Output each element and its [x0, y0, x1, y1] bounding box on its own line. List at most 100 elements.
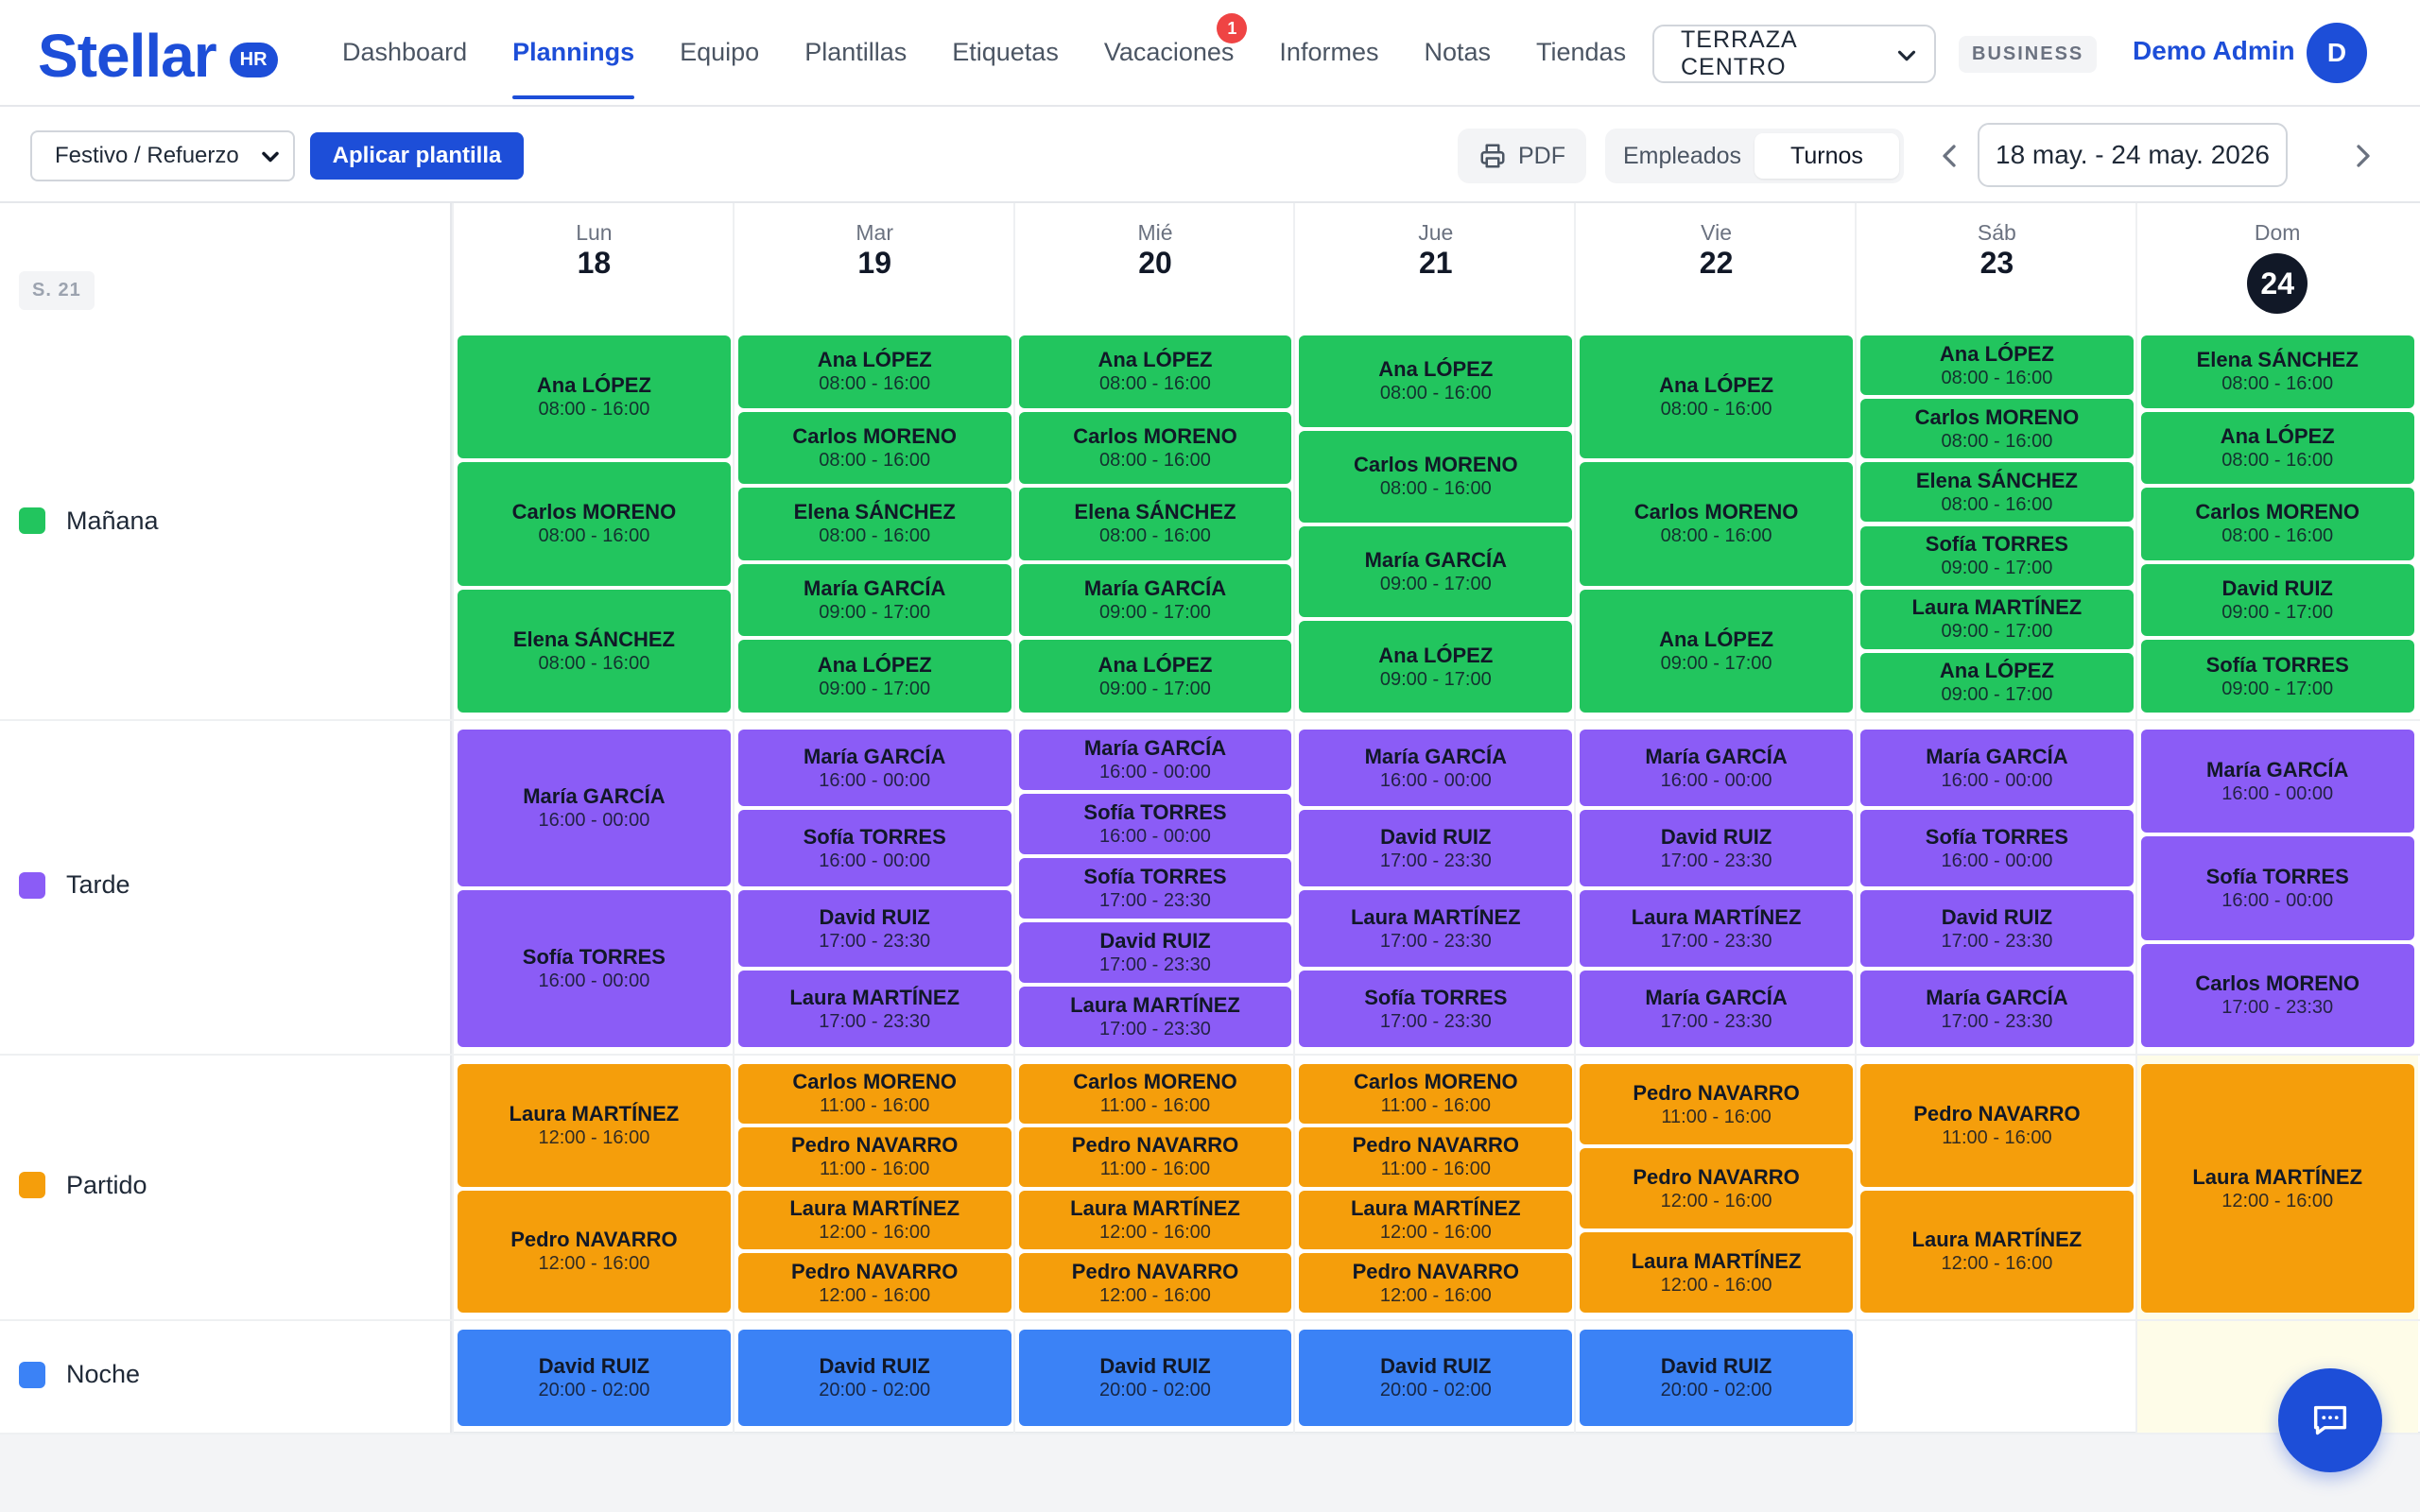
nav-etiquetas[interactable]: Etiquetas: [929, 0, 1081, 105]
template-select[interactable]: Festivo / Refuerzo: [30, 130, 295, 181]
shift-card[interactable]: Sofía TORRES 16:00 - 00:00: [1860, 810, 2134, 886]
shift-card[interactable]: María GARCÍA 17:00 - 23:30: [1580, 971, 1853, 1047]
shift-card[interactable]: María GARCÍA 16:00 - 00:00: [2140, 730, 2414, 833]
shift-card[interactable]: Ana LÓPEZ 08:00 - 16:00: [737, 335, 1011, 408]
shift-card[interactable]: María GARCÍA 09:00 - 17:00: [737, 563, 1011, 637]
shift-card[interactable]: Ana LÓPEZ 09:00 - 17:00: [737, 640, 1011, 713]
store-select[interactable]: TERRAZA CENTRO: [1652, 25, 1936, 83]
shift-card[interactable]: David RUIZ 17:00 - 23:30: [1580, 810, 1853, 886]
shift-card[interactable]: Elena SÁNCHEZ 08:00 - 16:00: [2140, 335, 2414, 408]
shift-card[interactable]: Ana LÓPEZ 08:00 - 16:00: [2140, 411, 2414, 485]
shift-card[interactable]: Ana LÓPEZ 08:00 - 16:00: [1299, 335, 1573, 427]
shift-card[interactable]: Carlos MORENO 08:00 - 16:00: [2140, 488, 2414, 560]
shift-card[interactable]: Laura MARTÍNEZ 12:00 - 16:00: [1299, 1190, 1573, 1250]
shift-card[interactable]: Sofía TORRES 09:00 - 17:00: [1860, 525, 2134, 586]
shift-card[interactable]: Sofía TORRES 09:00 - 17:00: [2140, 640, 2414, 713]
nav-dashboard[interactable]: Dashboard: [320, 0, 490, 105]
shift-card[interactable]: Sofía TORRES 16:00 - 00:00: [1018, 794, 1292, 854]
shift-card[interactable]: Carlos MORENO 08:00 - 16:00: [458, 462, 731, 586]
shift-card[interactable]: David RUIZ 20:00 - 02:00: [1018, 1330, 1292, 1426]
shift-card[interactable]: María GARCÍA 16:00 - 00:00: [1860, 730, 2134, 806]
shift-card[interactable]: Laura MARTÍNEZ 12:00 - 16:00: [1018, 1190, 1292, 1250]
shift-card[interactable]: Laura MARTÍNEZ 12:00 - 16:00: [2140, 1064, 2414, 1313]
chat-button[interactable]: [2278, 1368, 2382, 1472]
shift-card[interactable]: Ana LÓPEZ 08:00 - 16:00: [1018, 335, 1292, 408]
shift-card[interactable]: David RUIZ 17:00 - 23:30: [737, 890, 1011, 967]
nav-informes[interactable]: Informes: [1256, 0, 1401, 105]
shift-card[interactable]: Ana LÓPEZ 08:00 - 16:00: [458, 335, 731, 459]
shift-card[interactable]: Ana LÓPEZ 08:00 - 16:00: [1860, 335, 2134, 396]
shift-card[interactable]: María GARCÍA 16:00 - 00:00: [1580, 730, 1853, 806]
shift-card[interactable]: Laura MARTÍNEZ 17:00 - 23:30: [737, 971, 1011, 1047]
shift-card[interactable]: Carlos MORENO 17:00 - 23:30: [2140, 943, 2414, 1047]
shift-card[interactable]: Laura MARTÍNEZ 12:00 - 16:00: [1580, 1232, 1853, 1313]
shift-card[interactable]: Elena SÁNCHEZ 08:00 - 16:00: [1860, 462, 2134, 523]
shift-card[interactable]: Sofía TORRES 16:00 - 00:00: [2140, 836, 2414, 940]
shift-card[interactable]: Ana LÓPEZ 09:00 - 17:00: [1018, 640, 1292, 713]
shift-card[interactable]: Pedro NAVARRO 11:00 - 16:00: [1299, 1126, 1573, 1187]
avatar[interactable]: D: [2307, 23, 2367, 83]
shift-card[interactable]: Pedro NAVARRO 11:00 - 16:00: [1580, 1064, 1853, 1144]
shift-card[interactable]: María GARCÍA 09:00 - 17:00: [1018, 563, 1292, 637]
user-name[interactable]: Demo Admin: [2133, 36, 2295, 66]
shift-card[interactable]: Pedro NAVARRO 11:00 - 16:00: [1860, 1064, 2134, 1187]
shift-card[interactable]: Elena SÁNCHEZ 08:00 - 16:00: [458, 589, 731, 713]
shift-card[interactable]: Carlos MORENO 08:00 - 16:00: [1860, 399, 2134, 459]
shift-card[interactable]: Laura MARTÍNEZ 17:00 - 23:30: [1018, 987, 1292, 1047]
nav-equipo[interactable]: Equipo: [657, 0, 782, 105]
date-range[interactable]: 18 may. - 24 may. 2026: [1978, 123, 2288, 187]
shift-card[interactable]: Laura MARTÍNEZ 17:00 - 23:30: [1580, 890, 1853, 967]
day-number[interactable]: 23: [1980, 246, 2014, 280]
chevron-left-icon[interactable]: [1930, 137, 1968, 175]
day-number[interactable]: 21: [1419, 246, 1453, 280]
shift-card[interactable]: David RUIZ 09:00 - 17:00: [2140, 563, 2414, 637]
shift-card[interactable]: Laura MARTÍNEZ 12:00 - 16:00: [1860, 1190, 2134, 1313]
shift-card[interactable]: Carlos MORENO 08:00 - 16:00: [1018, 411, 1292, 485]
shift-card[interactable]: Pedro NAVARRO 11:00 - 16:00: [737, 1126, 1011, 1187]
shift-card[interactable]: Pedro NAVARRO 12:00 - 16:00: [737, 1253, 1011, 1313]
shift-card[interactable]: Ana LÓPEZ 09:00 - 17:00: [1580, 589, 1853, 713]
shift-card[interactable]: David RUIZ 20:00 - 02:00: [458, 1330, 731, 1426]
shift-card[interactable]: David RUIZ 20:00 - 02:00: [737, 1330, 1011, 1426]
shift-card[interactable]: Carlos MORENO 11:00 - 16:00: [1299, 1064, 1573, 1124]
nav-vacaciones[interactable]: Vacaciones 1: [1081, 0, 1257, 105]
shift-card[interactable]: Sofía TORRES 16:00 - 00:00: [737, 810, 1011, 886]
nav-plannings[interactable]: Plannings: [490, 0, 657, 105]
shift-card[interactable]: Carlos MORENO 08:00 - 16:00: [1580, 462, 1853, 586]
shift-card[interactable]: David RUIZ 17:00 - 23:30: [1018, 922, 1292, 983]
shift-card[interactable]: Laura MARTÍNEZ 12:00 - 16:00: [458, 1064, 731, 1187]
view-toggle-employees[interactable]: Empleados: [1610, 133, 1754, 179]
shift-card[interactable]: Ana LÓPEZ 09:00 - 17:00: [1860, 652, 2134, 713]
shift-card[interactable]: Carlos MORENO 08:00 - 16:00: [1299, 430, 1573, 523]
shift-card[interactable]: María GARCÍA 16:00 - 00:00: [1018, 730, 1292, 790]
shift-card[interactable]: David RUIZ 17:00 - 23:30: [1299, 810, 1573, 886]
shift-card[interactable]: Pedro NAVARRO 12:00 - 16:00: [1299, 1253, 1573, 1313]
shift-card[interactable]: María GARCÍA 09:00 - 17:00: [1299, 525, 1573, 618]
apply-template-button[interactable]: Aplicar plantilla: [310, 132, 524, 180]
shift-card[interactable]: Carlos MORENO 11:00 - 16:00: [1018, 1064, 1292, 1124]
shift-card[interactable]: Sofía TORRES 17:00 - 23:30: [1018, 858, 1292, 919]
shift-card[interactable]: Pedro NAVARRO 11:00 - 16:00: [1018, 1126, 1292, 1187]
shift-card[interactable]: María GARCÍA 16:00 - 00:00: [1299, 730, 1573, 806]
day-number[interactable]: 18: [578, 246, 612, 280]
shift-card[interactable]: Carlos MORENO 08:00 - 16:00: [737, 411, 1011, 485]
shift-card[interactable]: David RUIZ 20:00 - 02:00: [1299, 1330, 1573, 1426]
view-toggle-shifts[interactable]: Turnos: [1754, 133, 1899, 179]
shift-card[interactable]: Sofía TORRES 17:00 - 23:30: [1299, 971, 1573, 1047]
shift-card[interactable]: Ana LÓPEZ 09:00 - 17:00: [1299, 621, 1573, 713]
shift-card[interactable]: María GARCÍA 17:00 - 23:30: [1860, 971, 2134, 1047]
shift-card[interactable]: Laura MARTÍNEZ 12:00 - 16:00: [737, 1190, 1011, 1250]
day-number[interactable]: 24: [2247, 253, 2308, 314]
shift-card[interactable]: Carlos MORENO 11:00 - 16:00: [737, 1064, 1011, 1124]
shift-card[interactable]: María GARCÍA 16:00 - 00:00: [458, 730, 731, 886]
day-number[interactable]: 19: [857, 246, 891, 280]
pdf-button[interactable]: PDF: [1458, 129, 1586, 183]
shift-card[interactable]: Elena SÁNCHEZ 08:00 - 16:00: [737, 488, 1011, 560]
shift-card[interactable]: Pedro NAVARRO 12:00 - 16:00: [1018, 1253, 1292, 1313]
nav-plantillas[interactable]: Plantillas: [782, 0, 929, 105]
day-number[interactable]: 22: [1700, 246, 1734, 280]
shift-card[interactable]: Laura MARTÍNEZ 09:00 - 17:00: [1860, 589, 2134, 649]
shift-card[interactable]: María GARCÍA 16:00 - 00:00: [737, 730, 1011, 806]
shift-card[interactable]: Ana LÓPEZ 08:00 - 16:00: [1580, 335, 1853, 459]
shift-card[interactable]: Laura MARTÍNEZ 17:00 - 23:30: [1299, 890, 1573, 967]
